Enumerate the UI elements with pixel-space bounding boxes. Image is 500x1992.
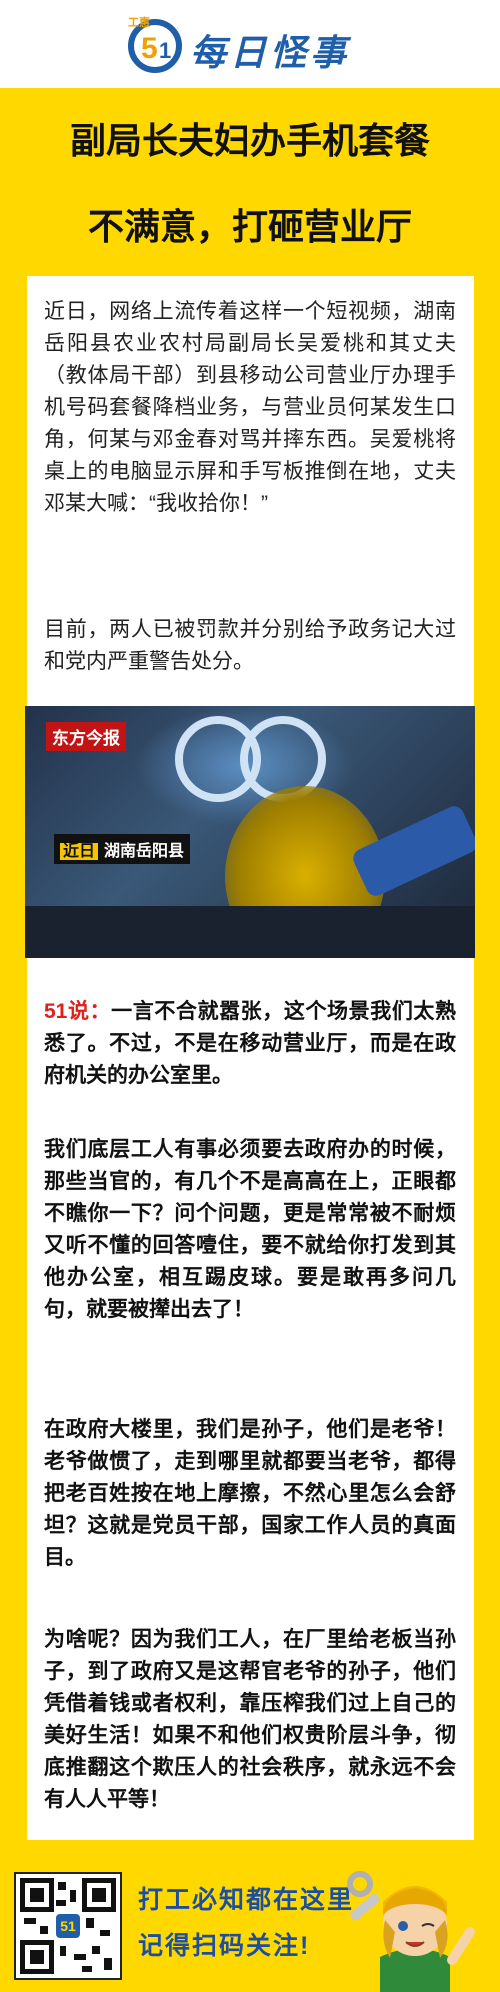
qr-module <box>40 1926 48 1934</box>
qr-module <box>100 1930 110 1936</box>
article-page: 5 1 工惠 每日怪事 副局长夫妇办手机套餐 不满意，打砸营业厅 近日，网络上流… <box>0 0 500 1992</box>
qr-module <box>58 1882 66 1890</box>
headline-line-2: 不满意，打砸营业厅 <box>87 206 412 247</box>
commentary-paragraph: 51说：一言不合就嚣张，这个场景我们太熟悉了。不过，不是在移动营业厅，而是在政府… <box>44 996 456 1092</box>
qr-module <box>104 1958 112 1970</box>
brand-header: 5 1 工惠 每日怪事 <box>0 0 500 88</box>
qr-eye <box>82 1878 116 1912</box>
svg-text:5: 5 <box>141 32 158 65</box>
commentary-paragraph: 为啥呢？因为我们工人，在厂里给老板当孙子，到了政府又是这帮官老爷的孙子，他们凭借… <box>44 1628 456 1811</box>
commentary-prefix: 51说： <box>44 1000 112 1023</box>
headline-line-1: 副局长夫妇办手机套餐 <box>69 120 430 161</box>
video-source-badge: 东方今报 <box>46 722 126 751</box>
article-paragraph: 近日，网络上流传着这样一个短视频，湖南岳阳县农业农村局副局长吴爱桃和其丈夫（教体… <box>44 300 456 515</box>
video-arm <box>350 802 475 900</box>
commentary-paragraph: 我们底层工人有事必须要去政府办的时候，那些当官的，有几个不是高高在上，正眼都不瞧… <box>44 1138 456 1321</box>
commentary-paragraph: 在政府大楼里，我们是孙子，他们是老爷！老爷做惯了，走到哪里就都要当老爷，都得把老… <box>44 1418 456 1569</box>
footer-slogan-1: 打工必知都在这里 <box>138 1886 355 1914</box>
video-location-tag: 近日 <box>60 843 99 860</box>
worker-mascot-icon <box>347 1871 475 1992</box>
video-location-caption: 近日 湖南岳阳县 <box>54 834 191 864</box>
qr-module <box>60 1946 66 1956</box>
qr-module <box>56 1900 66 1906</box>
qr-module <box>86 1918 94 1928</box>
qr-module <box>70 1890 76 1902</box>
qr-module <box>92 1946 100 1954</box>
qr-module <box>24 1918 36 1924</box>
brand-name: 每日怪事 <box>190 32 351 74</box>
brand-small-label: 工惠 <box>128 17 150 29</box>
qr-code-icon[interactable]: 51 <box>14 1872 122 1980</box>
qr-module <box>74 1954 86 1960</box>
qr-module <box>82 1966 92 1972</box>
footer-slogan-2: 记得扫码关注! <box>138 1932 311 1960</box>
qr-center-logo: 51 <box>56 1914 80 1938</box>
video-location-text: 湖南岳阳县 <box>104 843 185 860</box>
qr-eye <box>20 1878 54 1912</box>
article-paragraph: 目前，两人已被罚款并分别给予政务记大过和党内严重警告处分。 <box>44 618 456 673</box>
video-desk <box>25 906 475 958</box>
svg-text:1: 1 <box>159 38 171 63</box>
qr-eye <box>20 1940 54 1974</box>
